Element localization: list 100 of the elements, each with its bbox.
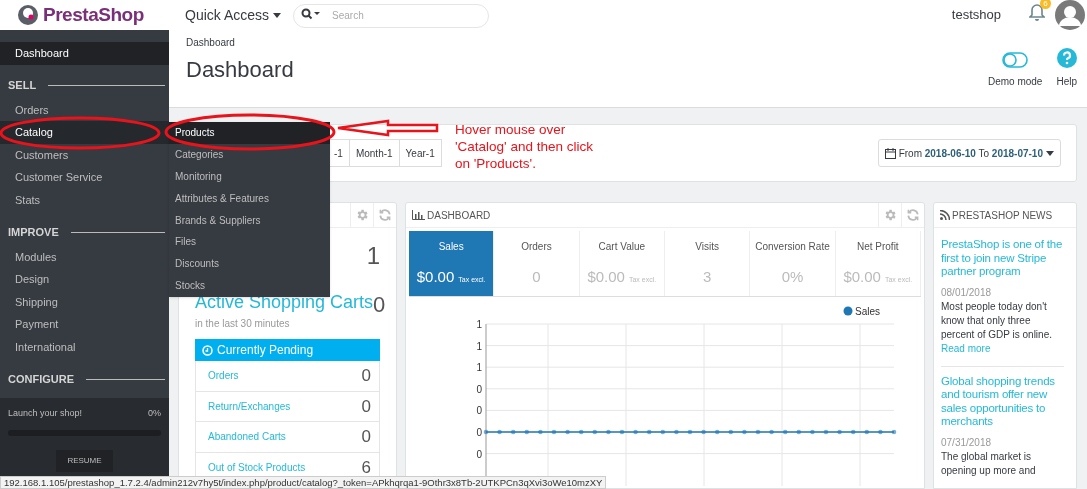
logo-text: PrestaShop — [43, 2, 144, 27]
data-point — [864, 429, 870, 435]
data-point — [538, 429, 543, 435]
data-point — [850, 429, 856, 435]
news-date: 08/01/2018 — [941, 285, 993, 300]
period-button[interactable]: Month-1 — [348, 139, 400, 167]
sidebar-item[interactable]: Stats — [0, 188, 169, 212]
data-point — [497, 429, 502, 435]
data-point — [565, 429, 570, 435]
quick-access-menu[interactable]: Quick Access — [185, 4, 282, 26]
y-tick-label: 0 — [476, 383, 482, 395]
section-heading: IMPROVE — [8, 225, 59, 241]
bar-chart-icon — [412, 210, 425, 220]
annotation-text: Hover mouse over 'Catalog' and then click on 'Products'. — [455, 121, 593, 172]
avatar-icon[interactable] — [1055, 0, 1085, 30]
pending-count: 0 — [361, 395, 371, 418]
section-heading: CONFIGURE — [8, 372, 74, 388]
data-point — [660, 429, 666, 435]
sidebar-item[interactable]: Dashboard — [0, 42, 169, 65]
search-icon[interactable] — [301, 8, 322, 21]
sidebar-item[interactable]: Customer Service — [0, 166, 169, 189]
y-tick-label: 0 — [476, 405, 482, 417]
data-point — [483, 429, 489, 435]
notification-badge: 6 — [1040, 0, 1051, 9]
pending-count: 0 — [361, 426, 371, 448]
data-point — [633, 429, 638, 435]
toggle-icon — [1002, 52, 1029, 68]
data-point — [796, 429, 802, 435]
search-field[interactable]: Search — [293, 3, 490, 28]
launch-percent: 0% — [148, 407, 161, 420]
data-point — [701, 429, 706, 435]
y-tick-label: 1 — [476, 340, 482, 352]
data-point — [769, 429, 774, 435]
y-tick-label: 1 — [476, 362, 482, 374]
data-point — [619, 429, 625, 435]
data-point — [551, 429, 557, 435]
section-heading: SELL — [8, 78, 37, 94]
pending-title: Currently Pending — [217, 342, 314, 359]
status-url: 192.168.1.105/prestashop_1.7.2.4/admin212v7hy5t/index.php/product/catalog?_token=APkhqrqa1-9Othr3x8Tb-2UTKPCn3qXvi3oWe10mzXY — [0, 476, 607, 489]
sidebar-item[interactable]: Orders — [0, 98, 169, 122]
sidebar-item[interactable]: Customers — [0, 143, 169, 167]
data-point — [878, 429, 883, 435]
caret-icon — [1046, 150, 1054, 156]
news-text: The global market is opening up more and — [941, 449, 1037, 478]
data-point — [714, 429, 720, 435]
data-point — [687, 429, 693, 435]
help-button[interactable]: Help — [1056, 48, 1077, 89]
y-tick-label: 0 — [476, 448, 482, 460]
pending-count: 0 — [361, 365, 371, 387]
panel-title: PRESTASHOP NEWS — [952, 208, 1053, 223]
submenu-item[interactable]: Brands & Suppliers — [169, 209, 330, 231]
data-point — [823, 429, 829, 435]
y-tick-label: 1 — [476, 319, 482, 330]
submenu-item[interactable]: Files — [169, 231, 330, 253]
panel-title: DASHBOARD — [427, 208, 491, 223]
count-value: 1 — [366, 241, 380, 271]
data-point — [742, 429, 747, 435]
sidebar-item[interactable]: Payment — [0, 313, 169, 336]
pending-count: 6 — [361, 456, 371, 479]
legend-label: Sales — [855, 306, 880, 317]
bell-icon[interactable] — [1029, 2, 1045, 21]
sidebar-item[interactable]: Design — [0, 268, 169, 291]
data-point — [782, 429, 788, 435]
period-button[interactable]: Year-1 — [398, 139, 442, 167]
clock-icon — [202, 344, 213, 356]
active-carts-value: 0 — [373, 294, 386, 316]
data-point — [810, 429, 815, 435]
submenu-item[interactable]: Monitoring — [169, 165, 330, 188]
submenu-item[interactable]: Attributes & Features — [169, 187, 330, 210]
sidebar-item[interactable]: Shipping — [0, 290, 169, 314]
data-point — [578, 429, 584, 435]
demo-mode-toggle[interactable]: Demo mode — [987, 52, 1043, 89]
data-point — [755, 429, 761, 435]
data-point — [592, 429, 598, 435]
data-point — [646, 429, 652, 435]
news-date: 07/31/2018 — [941, 435, 993, 450]
breadcrumb[interactable]: Dashboard — [186, 35, 294, 50]
calendar-icon — [884, 147, 896, 159]
caret-icon — [273, 12, 282, 18]
submenu-item[interactable]: Discounts — [169, 252, 330, 275]
sidebar-item[interactable]: Catalog — [0, 121, 169, 144]
shop-name[interactable]: testshop — [951, 5, 1001, 25]
sidebar-item[interactable]: International — [0, 335, 169, 359]
data-point — [606, 429, 611, 435]
news-text: Most people today don't know that only three percent of GDP is online. Read more — [941, 299, 1053, 356]
launch-label: Launch your shop! — [8, 407, 83, 420]
page-title: Dashboard — [186, 56, 294, 84]
date-range-button[interactable]: From 2018-06-10 To 2018-07-10 — [877, 139, 1061, 167]
data-point — [891, 429, 897, 435]
help-icon — [1056, 48, 1077, 68]
rss-icon — [940, 210, 950, 220]
submenu-item[interactable]: Products — [169, 122, 330, 144]
y-tick-label: 0 — [476, 427, 482, 438]
data-point — [510, 429, 516, 435]
carts-note: in the last 30 minutes — [194, 317, 291, 331]
resume-button[interactable]: RESUME — [56, 449, 113, 472]
data-point — [837, 429, 842, 435]
submenu-item[interactable]: Stocks — [169, 274, 330, 297]
data-point — [524, 429, 530, 435]
sidebar-item[interactable]: Modules — [0, 245, 169, 269]
